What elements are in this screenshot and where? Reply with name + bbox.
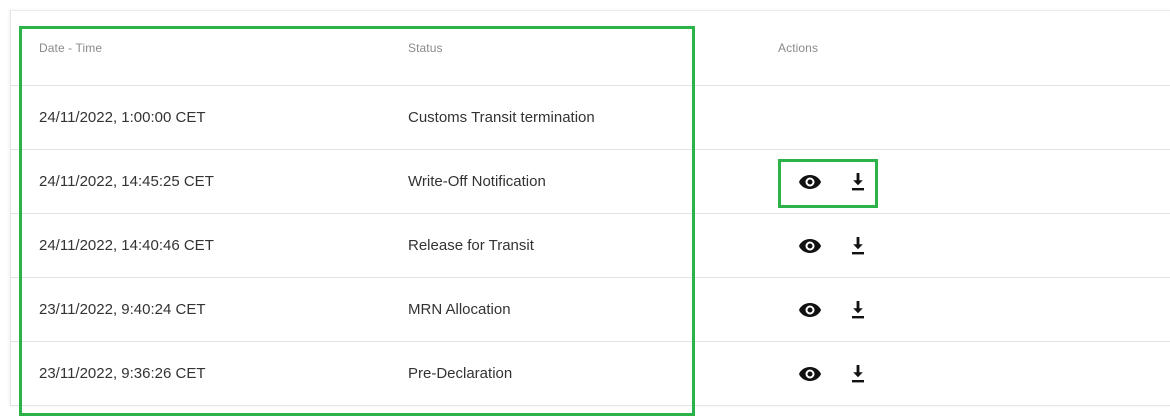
view-button[interactable] (797, 297, 823, 323)
row-date-time: 24/11/2022, 14:45:25 CET (39, 173, 214, 190)
action-buttons (778, 297, 871, 323)
row-status: MRN Allocation (408, 301, 511, 318)
screen: Date - Time Status Actions 24/11/2022, 1… (0, 0, 1170, 416)
view-button[interactable] (797, 169, 823, 195)
table-row: 23/11/2022, 9:40:24 CET MRN Allocation (10, 278, 1170, 342)
download-button[interactable] (845, 361, 871, 387)
eye-icon (799, 366, 821, 381)
column-header-date-time: Date - Time (39, 40, 103, 55)
download-icon (852, 300, 864, 318)
row-actions (778, 150, 1078, 213)
view-button[interactable] (797, 361, 823, 387)
row-date-time: 23/11/2022, 9:40:24 CET (39, 301, 206, 318)
action-buttons (778, 169, 871, 195)
status-history-table: Date - Time Status Actions 24/11/2022, 1… (10, 10, 1170, 406)
row-actions (778, 278, 1078, 341)
action-buttons (778, 233, 871, 259)
download-icon (852, 364, 864, 382)
row-status: Write-Off Notification (408, 173, 546, 190)
view-button[interactable] (797, 233, 823, 259)
table-header-row: Date - Time Status Actions (10, 10, 1170, 86)
download-button[interactable] (845, 233, 871, 259)
row-date-time: 23/11/2022, 9:36:26 CET (39, 365, 206, 382)
column-header-actions: Actions (778, 40, 819, 55)
download-button[interactable] (845, 169, 871, 195)
row-status: Release for Transit (408, 237, 534, 254)
row-status: Pre-Declaration (408, 365, 513, 382)
row-actions (778, 214, 1078, 277)
table-row: 24/11/2022, 14:45:25 CET Write-Off Notif… (10, 150, 1170, 214)
table-row: 24/11/2022, 14:40:46 CET Release for Tra… (10, 214, 1170, 278)
row-date-time: 24/11/2022, 1:00:00 CET (39, 109, 206, 126)
download-button[interactable] (845, 297, 871, 323)
row-status: Customs Transit termination (408, 109, 595, 126)
column-header-status: Status (408, 40, 443, 55)
download-icon (852, 172, 864, 190)
table-row: 24/11/2022, 1:00:00 CET Customs Transit … (10, 86, 1170, 150)
row-actions (778, 342, 1078, 405)
row-date-time: 24/11/2022, 14:40:46 CET (39, 237, 214, 254)
action-buttons (778, 361, 871, 387)
download-icon (852, 236, 864, 254)
eye-icon (799, 302, 821, 317)
eye-icon (799, 238, 821, 253)
row-actions (778, 86, 1078, 149)
eye-icon (799, 174, 821, 189)
table-row: 23/11/2022, 9:36:26 CET Pre-Declaration (10, 342, 1170, 406)
